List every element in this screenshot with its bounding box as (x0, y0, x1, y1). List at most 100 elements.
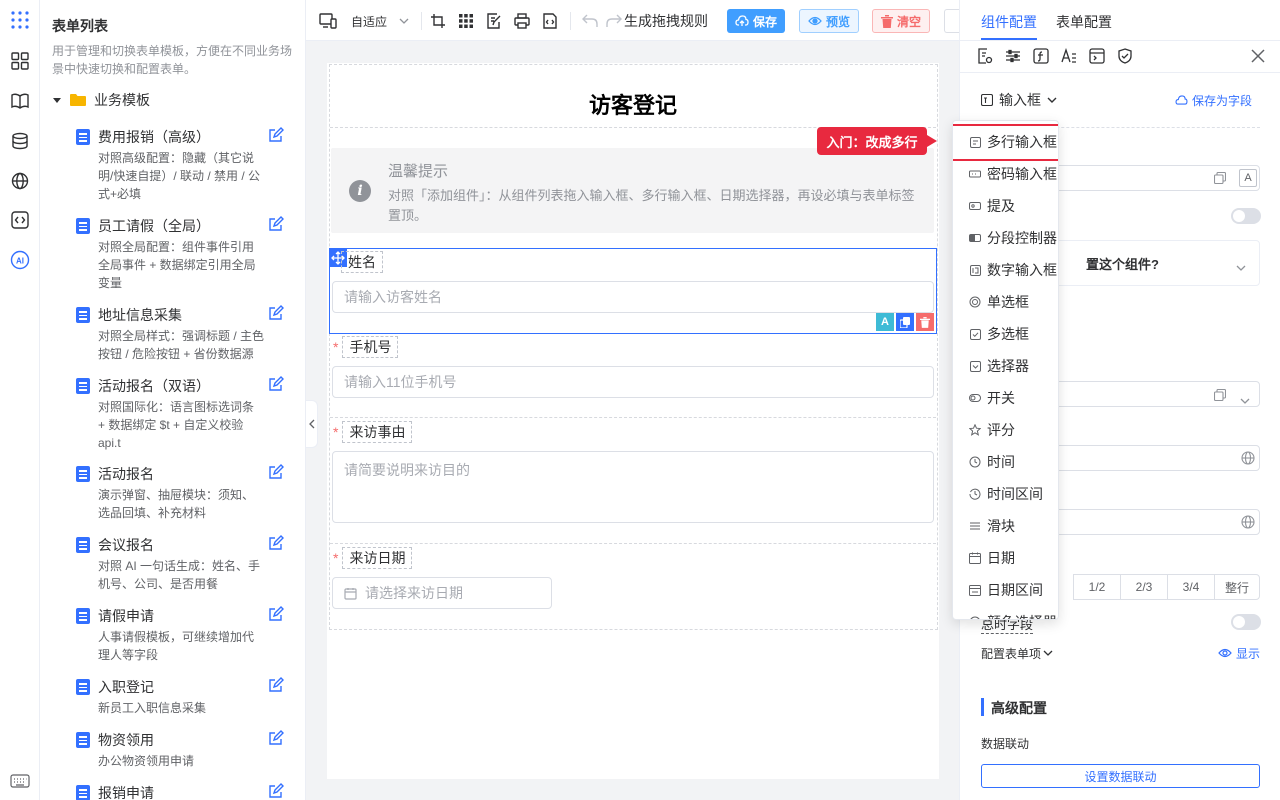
text-format-icon[interactable]: A (1239, 169, 1257, 187)
width-option[interactable]: 整行 (1215, 575, 1259, 599)
dropdown-item-select[interactable]: 选择器 (969, 350, 1029, 382)
config-doc-icon[interactable] (977, 48, 993, 64)
template-item[interactable]: 会议报名 对照 AI 一句话生成：姓名、手机号、公司、是否用餐 (76, 535, 296, 595)
config-items-toggle[interactable]: 配置表单项 (981, 644, 1053, 662)
copy-icon[interactable] (1213, 388, 1227, 402)
template-item[interactable]: 地址信息采集 对照全局样式：强调标题 / 主色按钮 / 危险按钮 + 省份数据源 (76, 305, 296, 365)
edit-icon[interactable] (268, 730, 284, 746)
data-source-select[interactable] (1050, 381, 1260, 407)
edit-icon[interactable] (268, 535, 284, 551)
tab-component-config[interactable]: 组件配置 (981, 12, 1037, 32)
undo-icon[interactable] (582, 12, 598, 30)
grid-icon[interactable] (458, 12, 474, 30)
label-input[interactable] (1050, 445, 1260, 471)
edit-icon[interactable] (268, 376, 284, 392)
adapt-select[interactable]: 自适应 (351, 12, 409, 30)
delete-icon[interactable] (916, 313, 934, 331)
code-icon[interactable] (9, 209, 31, 231)
sliders-icon[interactable] (1005, 48, 1021, 64)
toggle-switch[interactable] (1231, 208, 1261, 224)
template-item[interactable]: 入职登记 新员工入职信息采集 (76, 677, 296, 721)
collapse-handle[interactable] (306, 400, 318, 448)
preview-button[interactable]: 预览 (799, 9, 860, 33)
template-item[interactable]: 物资领用 办公物资领用申请 (76, 730, 296, 774)
width-option[interactable]: 1/2 (1074, 575, 1121, 599)
template-desc: 人事请假模板，可继续增加代理人等字段 (98, 630, 255, 662)
checkbox-icon (969, 328, 981, 340)
dropdown-item-checkbox[interactable]: 多选框 (969, 318, 1029, 350)
template-name: 活动报名（双语） (98, 378, 210, 394)
dropdown-item-password[interactable]: 密码输入框 (969, 158, 1057, 190)
device-icon[interactable] (319, 12, 337, 30)
more-button[interactable] (944, 9, 959, 33)
edit-icon[interactable] (268, 464, 284, 480)
template-item[interactable]: 员工请假（全局） 对照全局配置：组件事件引用全局事件 + 数据绑定引用全局变量 (76, 216, 296, 290)
json-icon[interactable] (542, 12, 558, 30)
show-button[interactable]: 显示 (1218, 644, 1260, 662)
function-icon[interactable] (1033, 48, 1049, 64)
width-segment[interactable]: 1/2 2/3 3/4 整行 (1073, 574, 1260, 600)
template-item[interactable]: 费用报销（高级） 对照高级配置：隐藏（其它说明/快速自提）/ 联动 / 禁用 /… (76, 127, 296, 207)
edit-icon[interactable] (268, 127, 284, 143)
database-icon[interactable] (9, 130, 31, 152)
edit-icon[interactable] (268, 783, 284, 799)
name-input[interactable]: 请输入访客姓名 (332, 281, 934, 313)
folder-business-templates[interactable]: 业务模板 (52, 90, 150, 110)
component-type-select[interactable]: 输入框 (981, 90, 1057, 110)
dropdown-item-rate[interactable]: 评分 (969, 414, 1015, 446)
dropdown-item-mention[interactable]: 提及 (969, 190, 1015, 222)
dropdown-item-slider[interactable]: 滑块 (969, 510, 1015, 542)
template-item[interactable]: 活动报名 演示弹窗、抽屉模块：须知、选品回填、补充材料 (76, 464, 296, 524)
placeholder-input[interactable] (1050, 509, 1260, 535)
dropdown-item-time-range[interactable]: 时间区间 (969, 478, 1043, 510)
text-style-icon[interactable] (1061, 47, 1077, 64)
copy-icon[interactable] (896, 313, 914, 331)
edit-icon[interactable] (268, 305, 284, 321)
dropdown-item-switch[interactable]: 开关 (969, 382, 1015, 414)
save-as-field-button[interactable]: 保存为字段 (1175, 90, 1252, 110)
template-item[interactable]: 活动报名（双语） 对照国际化：语言图标选词条 + 数据绑定 $t + 自定义校验… (76, 376, 296, 450)
apps-grid-icon[interactable] (9, 9, 31, 31)
edit-doc-icon[interactable] (486, 12, 502, 30)
field-input[interactable] (1050, 165, 1260, 191)
redo-icon[interactable] (606, 12, 622, 30)
generate-rules-button[interactable]: 生成拖拽规则 (624, 12, 708, 30)
edit-icon[interactable] (268, 216, 284, 232)
template-item[interactable]: 报销申请 (76, 783, 296, 800)
reason-textarea[interactable]: 请简要说明来访目的 (332, 451, 934, 523)
set-linkage-button[interactable]: 设置数据联动 (981, 764, 1260, 788)
keyboard-icon[interactable] (9, 770, 31, 792)
globe-icon[interactable] (9, 170, 31, 192)
components-icon[interactable] (9, 50, 31, 72)
shield-icon[interactable] (1117, 48, 1133, 64)
template-item[interactable]: 请假申请 人事请假模板，可继续增加代理人等字段 (76, 606, 296, 666)
dropdown-item-textarea[interactable]: 多行输入框 (969, 126, 1057, 158)
dropdown-item-color[interactable]: 颜色选择器 (969, 606, 1057, 619)
edit-icon[interactable] (268, 677, 284, 693)
copy-icon[interactable] (1213, 171, 1227, 185)
dropdown-item-radio[interactable]: 单选框 (969, 286, 1029, 318)
close-icon[interactable] (1251, 49, 1265, 63)
print-icon[interactable] (514, 12, 530, 30)
width-option[interactable]: 2/3 (1121, 575, 1168, 599)
toggle-switch[interactable] (1231, 614, 1261, 630)
globe-icon[interactable] (1241, 451, 1255, 465)
dropdown-item-number[interactable]: 数字输入框 (969, 254, 1057, 286)
book-icon[interactable] (9, 90, 31, 112)
ai-icon[interactable]: AI (9, 249, 31, 271)
save-button[interactable]: 保存 (727, 9, 786, 33)
ai-text-icon[interactable]: A (876, 313, 894, 331)
dropdown-item-date[interactable]: 日期 (969, 542, 1015, 574)
phone-input[interactable]: 请输入11位手机号 (332, 366, 934, 398)
globe-icon[interactable] (1241, 515, 1255, 529)
width-option[interactable]: 3/4 (1168, 575, 1215, 599)
code-window-icon[interactable] (1089, 48, 1105, 64)
edit-icon[interactable] (268, 606, 284, 622)
date-picker[interactable]: 请选择来访日期 (332, 577, 552, 609)
tab-form-config[interactable]: 表单配置 (1056, 12, 1112, 32)
crop-icon[interactable] (430, 12, 446, 30)
dropdown-item-date-range[interactable]: 日期区间 (969, 574, 1043, 606)
clear-button[interactable]: 清空 (872, 9, 931, 33)
dropdown-item-time[interactable]: 时间 (969, 446, 1015, 478)
dropdown-item-segmented[interactable]: 分段控制器 (969, 222, 1057, 254)
